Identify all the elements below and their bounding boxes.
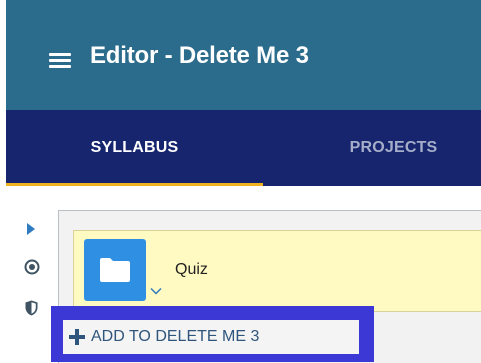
app-bar: Editor - Delete Me 3 [6, 0, 481, 110]
plus-icon [69, 329, 85, 345]
caret-right-icon[interactable] [27, 223, 35, 235]
add-button-label: ADD TO DELETE ME 3 [91, 328, 260, 345]
hamburger-menu-icon[interactable] [49, 50, 71, 70]
active-tab-indicator [6, 183, 263, 186]
target-icon[interactable] [24, 259, 40, 275]
folder-icon [100, 258, 130, 282]
tab-syllabus[interactable]: SYLLABUS [6, 110, 263, 186]
page-title: Editor - Delete Me 3 [90, 42, 309, 69]
tab-bar: SYLLABUS PROJECTS [6, 110, 481, 186]
add-to-button[interactable]: ADD TO DELETE ME 3 [63, 320, 359, 354]
tab-projects[interactable]: PROJECTS [306, 110, 481, 186]
node-label: Quiz [175, 261, 208, 278]
chevron-down-icon[interactable] [150, 287, 162, 295]
shield-icon[interactable] [25, 300, 38, 316]
folder-tile[interactable] [84, 239, 146, 301]
